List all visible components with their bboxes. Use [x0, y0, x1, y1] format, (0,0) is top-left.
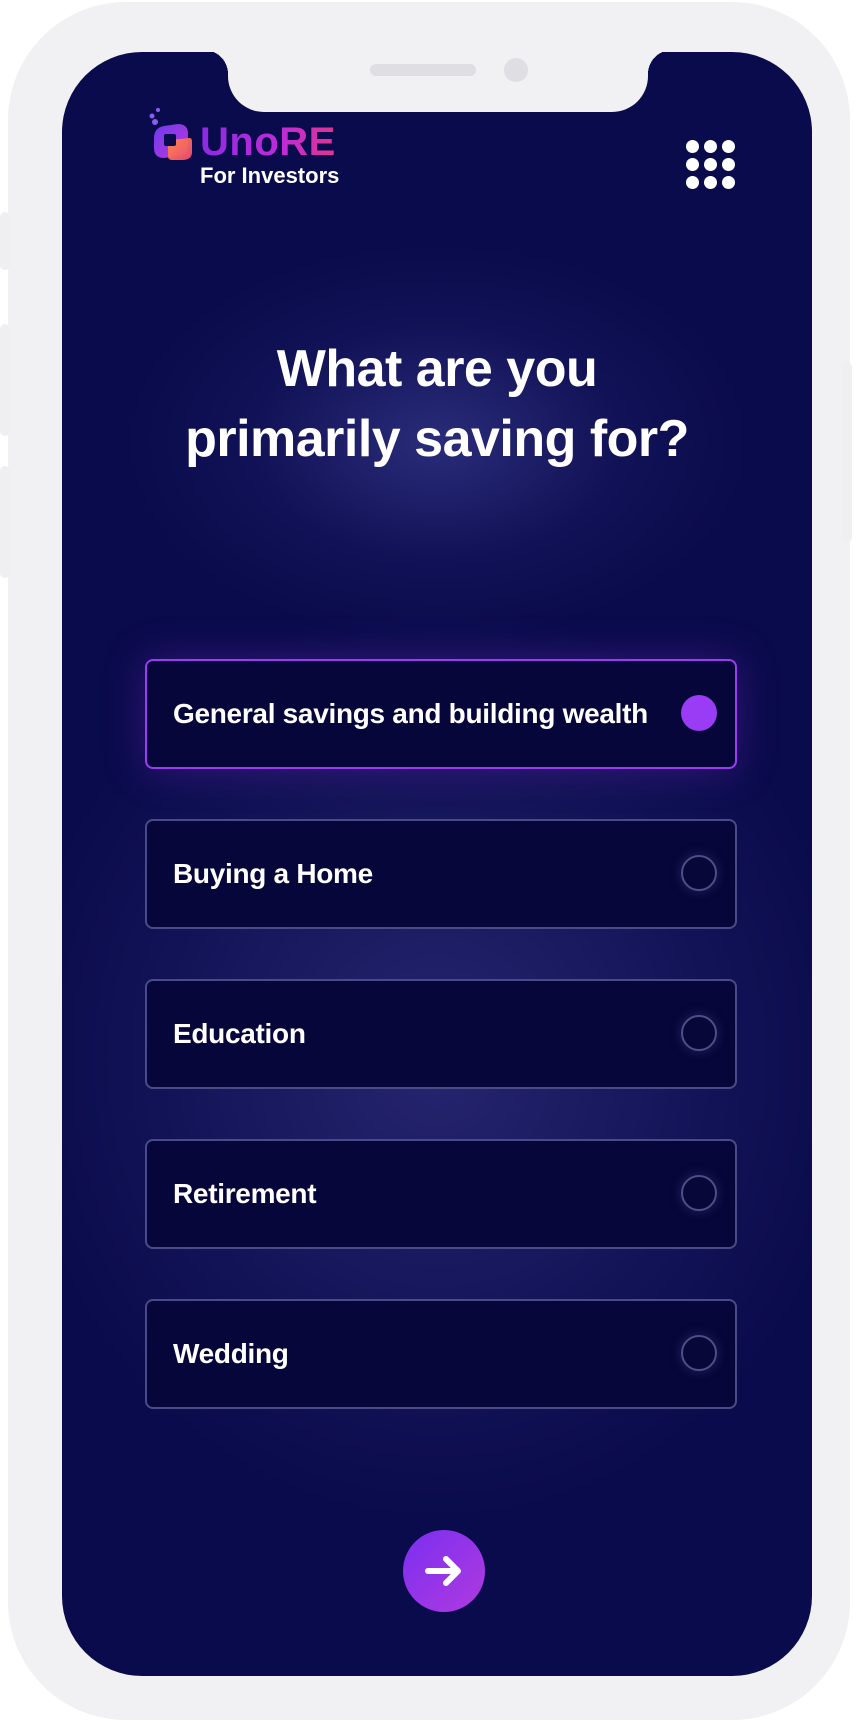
- page-title: What are you primarily saving for?: [102, 334, 772, 474]
- speaker-grille: [370, 64, 476, 76]
- radio-unchecked-icon[interactable]: [681, 855, 717, 891]
- radio-unchecked-icon[interactable]: [681, 1015, 717, 1051]
- option-education[interactable]: Education: [145, 979, 737, 1089]
- phone-frame: UnoRE For Investors What are you primari…: [0, 2, 852, 1720]
- radio-unchecked-icon[interactable]: [681, 1175, 717, 1211]
- phone-volume-down-button: [0, 466, 10, 578]
- option-list: General savings and building wealth Buyi…: [145, 659, 737, 1459]
- radio-checked-icon[interactable]: [681, 695, 717, 731]
- arrow-right-icon: [425, 1556, 461, 1586]
- brand-subtitle: For Investors: [200, 163, 340, 188]
- option-retirement[interactable]: Retirement: [145, 1139, 737, 1249]
- option-label: Education: [173, 1018, 306, 1049]
- phone-notch: [204, 52, 672, 112]
- radio-unchecked-icon[interactable]: [681, 1335, 717, 1371]
- grid-dots-icon[interactable]: [686, 140, 736, 190]
- app-screen: UnoRE For Investors What are you primari…: [62, 52, 812, 1676]
- option-label: General savings and building wealth: [173, 698, 648, 729]
- option-wedding[interactable]: Wedding: [145, 1299, 737, 1409]
- phone-power-button: [842, 362, 852, 542]
- front-camera: [504, 58, 528, 82]
- option-label: Wedding: [173, 1338, 289, 1369]
- brand-name: UnoRE: [200, 120, 336, 164]
- option-label: Buying a Home: [173, 858, 373, 889]
- option-label: Retirement: [173, 1178, 317, 1209]
- option-general-savings[interactable]: General savings and building wealth: [145, 659, 737, 769]
- unore-logo-icon: [149, 108, 192, 160]
- phone-side-button: [0, 212, 10, 270]
- next-button[interactable]: [403, 1530, 485, 1612]
- page-title-line-2: primarily saving for?: [185, 410, 689, 468]
- page-title-line-1: What are you: [276, 340, 598, 398]
- option-buying-a-home[interactable]: Buying a Home: [145, 819, 737, 929]
- phone-volume-up-button: [0, 324, 10, 436]
